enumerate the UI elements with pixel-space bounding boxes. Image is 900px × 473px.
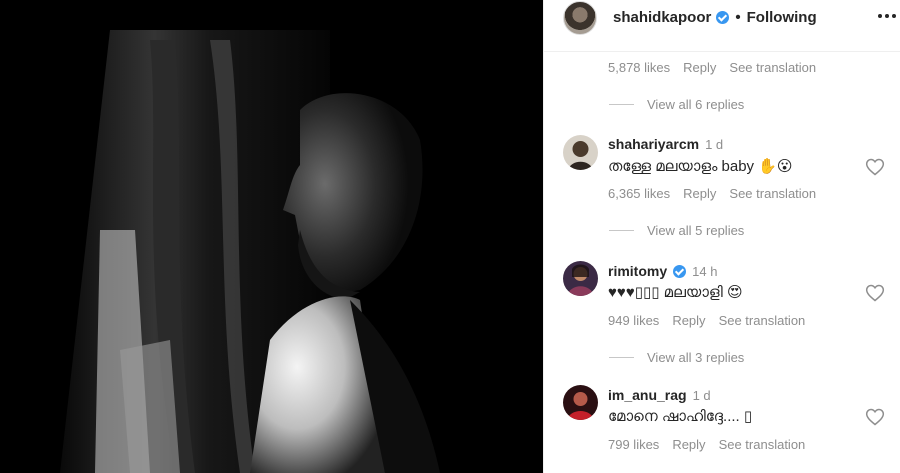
replies-line [609, 357, 634, 358]
comment-header: rimitomy 14 h [608, 263, 717, 279]
author-username[interactable]: shahidkapoor [613, 9, 711, 26]
comment-text: ♥♥♥▯▯▯ മലയാളി 😍 [608, 284, 743, 301]
verified-badge-icon [716, 11, 730, 24]
comments-panel: shahidkapoor • Following 5,878 likes Rep… [543, 0, 900, 473]
like-heart-icon[interactable] [865, 283, 885, 303]
view-replies-button[interactable]: View all 3 replies [609, 350, 744, 365]
see-translation-button[interactable]: See translation [729, 186, 816, 201]
view-replies-label: View all 6 replies [647, 97, 745, 112]
separator-dot: • [735, 9, 741, 26]
author-avatar[interactable] [563, 1, 597, 35]
view-replies-button[interactable]: View all 6 replies [609, 97, 744, 112]
replies-line [609, 230, 634, 231]
replies-line [609, 104, 634, 105]
view-replies-label: View all 5 replies [647, 223, 745, 238]
commenter-avatar[interactable] [563, 135, 598, 170]
reply-button[interactable]: Reply [672, 313, 705, 328]
author-info: shahidkapoor • Following [613, 9, 817, 26]
verified-badge-icon [673, 264, 687, 278]
commenter-username[interactable]: rimitomy [608, 263, 667, 279]
comment-meta: 799 likes Reply See translation [608, 437, 805, 452]
likes-count[interactable]: 5,878 likes [608, 60, 670, 75]
commenter-avatar[interactable] [563, 385, 598, 420]
commenter-username[interactable]: shahariyarcm [608, 136, 699, 152]
following-button[interactable]: Following [747, 9, 817, 26]
commenter-avatar[interactable] [563, 261, 598, 296]
view-replies-button[interactable]: View all 5 replies [609, 223, 744, 238]
commenter-username[interactable]: im_anu_rag [608, 387, 687, 403]
comment-time: 1 d [705, 137, 724, 152]
see-translation-button[interactable]: See translation [719, 313, 806, 328]
comment-header: im_anu_rag 1 d [608, 387, 711, 403]
reply-button[interactable]: Reply [683, 186, 716, 201]
see-translation-button[interactable]: See translation [719, 437, 806, 452]
comment-header: shahariyarcm 1 d [608, 136, 723, 152]
view-replies-label: View all 3 replies [647, 350, 745, 365]
comment-text: തള്ളേ മലയാളം baby ✋😮 [608, 158, 793, 175]
reply-button[interactable]: Reply [683, 60, 716, 75]
comment-time: 14 h [692, 264, 718, 279]
post-header: shahidkapoor • Following [544, 0, 900, 52]
likes-count[interactable]: 949 likes [608, 313, 659, 328]
comment-meta: 6,365 likes Reply See translation [608, 186, 816, 201]
portrait-image [0, 0, 543, 473]
like-heart-icon[interactable] [865, 157, 885, 177]
post-photo [0, 0, 543, 473]
comment-time: 1 d [692, 388, 711, 403]
comment-meta: 5,878 likes Reply See translation [608, 60, 816, 75]
comment-text: മോനെ ഷാഹിദ്ദേ.... ▯ [608, 408, 753, 425]
reply-button[interactable]: Reply [672, 437, 705, 452]
more-options-icon[interactable] [877, 9, 897, 23]
see-translation-button[interactable]: See translation [729, 60, 816, 75]
likes-count[interactable]: 799 likes [608, 437, 659, 452]
like-heart-icon[interactable] [865, 407, 885, 427]
likes-count[interactable]: 6,365 likes [608, 186, 670, 201]
comment-meta: 949 likes Reply See translation [608, 313, 805, 328]
